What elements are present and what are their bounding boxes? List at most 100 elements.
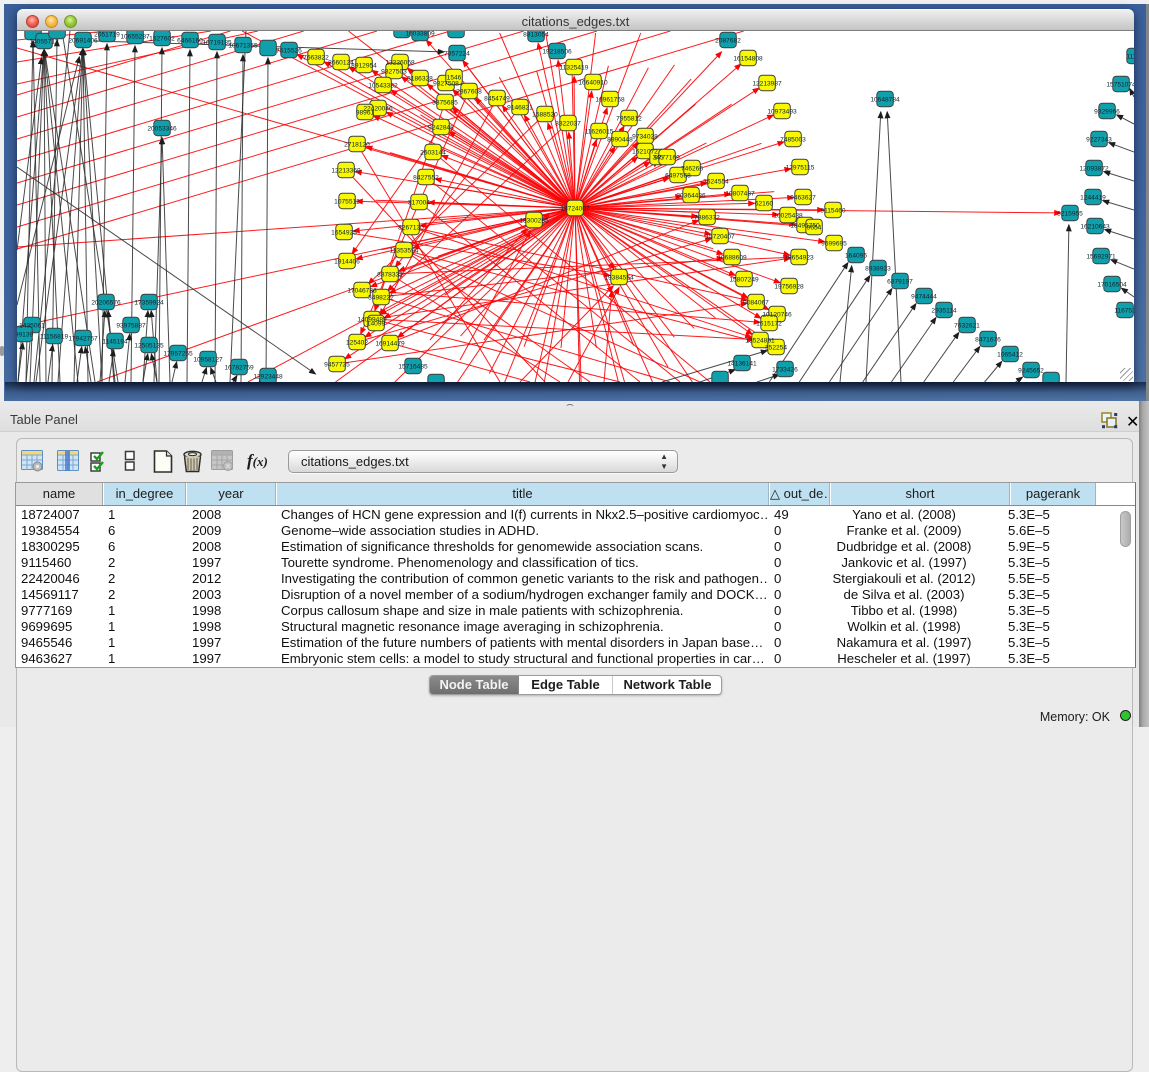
svg-text:9699695: 9699695 <box>821 240 847 247</box>
svg-text:7485003: 7485003 <box>780 136 806 143</box>
svg-text:2718120: 2718120 <box>344 141 370 148</box>
svg-text:12975115: 12975115 <box>786 164 815 171</box>
svg-text:19384554: 19384554 <box>604 274 634 281</box>
svg-text:8186328: 8186328 <box>407 75 433 82</box>
svg-text:1244419: 1244419 <box>1080 194 1106 201</box>
svg-text:19756928: 19756928 <box>774 283 804 290</box>
svg-text:17359924: 17359924 <box>134 299 164 306</box>
svg-text:9329966: 9329966 <box>1094 108 1120 115</box>
svg-text:8878332: 8878332 <box>377 271 403 278</box>
svg-text:8427552: 8427552 <box>413 174 439 181</box>
svg-text:1546: 1546 <box>447 74 462 81</box>
svg-text:7663822: 7663822 <box>303 54 329 61</box>
svg-text:20364436: 20364436 <box>676 192 706 199</box>
svg-text:13524851: 13524851 <box>745 337 775 344</box>
svg-text:3498222: 3498222 <box>368 294 394 301</box>
svg-text:10958127: 10958127 <box>193 356 223 363</box>
svg-text:15751074: 15751074 <box>1106 81 1134 88</box>
svg-text:98961: 98961 <box>356 109 375 116</box>
svg-text:12093872: 12093872 <box>1079 165 1109 172</box>
svg-text:9654: 9654 <box>807 224 822 231</box>
svg-text:11353594: 11353594 <box>390 247 419 254</box>
svg-text:9327508: 9327508 <box>433 80 459 87</box>
svg-text:1654925: 1654925 <box>331 229 357 236</box>
svg-text:16640910: 16640910 <box>578 79 608 86</box>
svg-text:9463627: 9463627 <box>790 194 816 201</box>
svg-text:15807249: 15807249 <box>729 276 759 283</box>
svg-text:13226058: 13226058 <box>385 59 415 66</box>
svg-text:8322037: 8322037 <box>555 120 581 127</box>
svg-text:2087682: 2087682 <box>715 37 741 44</box>
svg-text:11626015: 11626015 <box>585 128 614 135</box>
svg-text:12505135: 12505135 <box>134 342 164 349</box>
svg-text:12923448: 12923448 <box>253 373 283 380</box>
svg-text:16914479: 16914479 <box>375 340 405 347</box>
svg-text:19218506: 19218506 <box>542 48 572 55</box>
svg-text:17942757: 17942757 <box>68 335 98 342</box>
svg-text:1914406: 1914406 <box>334 258 360 265</box>
svg-text:12213987: 12213987 <box>752 80 782 87</box>
svg-text:7886372: 7886372 <box>694 214 720 221</box>
svg-text:16782759: 16782759 <box>224 364 254 371</box>
svg-text:7515526: 7515526 <box>276 47 302 54</box>
svg-text:93975887: 93975887 <box>116 322 146 329</box>
svg-text:10543382: 10543382 <box>368 82 398 89</box>
svg-text:10807487: 10807487 <box>725 190 755 197</box>
svg-text:164095: 164095 <box>845 252 867 259</box>
svg-text:7357224: 7357224 <box>444 50 470 57</box>
svg-text:1588520: 1588520 <box>532 111 558 118</box>
svg-text:11156819: 11156819 <box>40 333 69 340</box>
svg-text:99139: 99139 <box>17 331 33 338</box>
svg-text:8215955: 8215955 <box>1057 210 1083 217</box>
svg-text:20206576: 20206576 <box>91 299 121 306</box>
svg-text:10648784: 10648784 <box>870 96 900 103</box>
svg-text:20691406: 20691406 <box>68 37 98 44</box>
svg-text:15720407: 15720407 <box>705 233 735 240</box>
svg-text:16033809: 16033809 <box>405 31 435 37</box>
svg-text:116753: 116753 <box>1114 307 1134 314</box>
svg-text:10671355: 10671355 <box>228 42 258 49</box>
svg-text:9777169: 9777169 <box>654 154 680 161</box>
svg-text:11325419: 11325419 <box>560 64 589 71</box>
svg-text:14055712: 14055712 <box>29 38 59 45</box>
svg-text:8912954: 8912954 <box>351 62 377 69</box>
svg-text:8813054: 8813054 <box>523 31 549 38</box>
svg-text:18300295: 18300295 <box>519 217 549 224</box>
svg-text:9115460: 9115460 <box>820 207 846 214</box>
svg-text:9734028: 9734028 <box>632 133 658 140</box>
svg-text:746266: 746266 <box>681 165 703 172</box>
svg-text:1615172: 1615172 <box>756 320 782 327</box>
svg-text:6497568: 6497568 <box>665 172 691 179</box>
svg-text:19654923: 19654923 <box>784 254 814 261</box>
svg-text:1435061: 1435061 <box>19 322 45 329</box>
svg-text:9242848: 9242848 <box>428 124 454 131</box>
svg-text:7955812: 7955812 <box>616 115 642 122</box>
svg-text:9457735: 9457735 <box>324 361 350 368</box>
svg-text:2935114: 2935114 <box>931 307 957 314</box>
svg-text:6466160: 6466160 <box>177 37 203 44</box>
svg-text:2051719: 2051719 <box>94 31 120 38</box>
svg-text:6879197: 6879197 <box>887 278 913 285</box>
svg-text:3624554: 3624554 <box>703 178 729 185</box>
svg-text:8990448: 8990448 <box>607 136 633 143</box>
svg-text:17046736: 17046736 <box>347 287 377 294</box>
svg-text:1065412: 1065412 <box>997 351 1023 358</box>
svg-text:17957255: 17957255 <box>163 350 193 357</box>
svg-text:1527602: 1527602 <box>149 35 175 42</box>
svg-text:18724007: 18724007 <box>560 205 590 212</box>
svg-text:15716485: 15716485 <box>398 363 428 370</box>
svg-text:1145194: 1145194 <box>102 338 128 345</box>
svg-text:7632621: 7632621 <box>954 322 980 329</box>
svg-text:9245652: 9245652 <box>1018 367 1044 374</box>
svg-text:9327503: 9327503 <box>381 68 407 75</box>
svg-text:17016504: 17016504 <box>1097 281 1127 288</box>
svg-text:12213369: 12213369 <box>331 167 361 174</box>
svg-text:20053346: 20053346 <box>147 125 177 132</box>
svg-text:8471676: 8471676 <box>975 336 1001 343</box>
svg-text:62160: 62160 <box>755 200 774 207</box>
svg-text:11123: 11123 <box>1126 53 1134 60</box>
svg-text:8267130: 8267130 <box>398 224 424 231</box>
svg-text:9084067: 9084067 <box>743 299 769 306</box>
svg-text:1733426: 1733426 <box>772 366 798 373</box>
svg-text:2603144: 2603144 <box>420 149 446 156</box>
